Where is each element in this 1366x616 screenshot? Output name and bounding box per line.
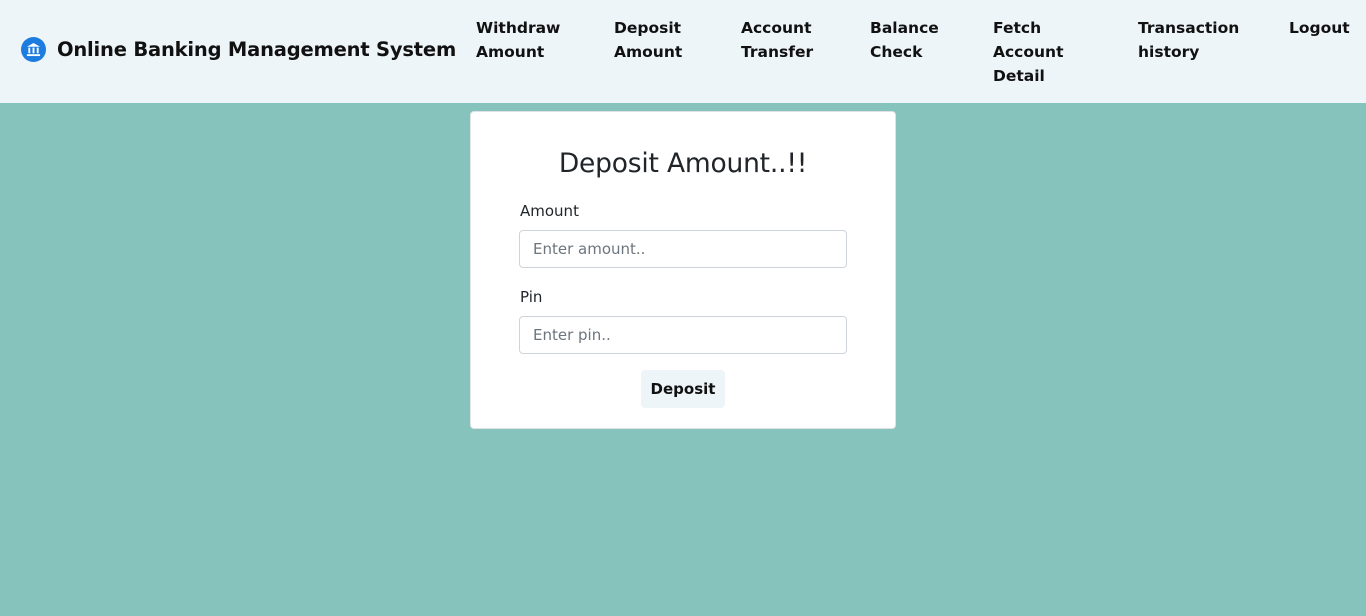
amount-label: Amount [520, 202, 579, 220]
nav-label-line: history [1138, 43, 1200, 61]
nav-account-transfer[interactable]: Account Transfer [741, 16, 813, 64]
nav-label-line: Check [870, 43, 923, 61]
brand-title: Online Banking Management System [57, 38, 457, 61]
nav-label-line: Withdraw [476, 19, 561, 37]
nav-label-line: Account [741, 19, 812, 37]
nav-balance-check[interactable]: Balance Check [870, 16, 939, 64]
amount-input[interactable] [519, 230, 847, 268]
pin-label: Pin [520, 288, 543, 306]
nav-withdraw-amount[interactable]: Withdraw Amount [476, 16, 560, 64]
nav-logout[interactable]: Logout [1289, 16, 1350, 40]
nav-label-line: Detail [993, 67, 1045, 85]
pin-input[interactable] [519, 316, 847, 354]
nav-label-line: Amount [614, 43, 683, 61]
nav-label-line: Fetch [993, 19, 1042, 37]
navbar: Online Banking Management System Withdra… [0, 0, 1366, 103]
nav-transaction-history[interactable]: Transaction history [1138, 16, 1239, 64]
nav-label-line: Deposit [614, 19, 682, 37]
deposit-button[interactable]: Deposit [641, 370, 725, 408]
nav-label-line: Balance [870, 19, 939, 37]
nav-deposit-amount[interactable]: Deposit Amount [614, 16, 682, 64]
bank-icon [21, 37, 46, 62]
nav-label-line: Logout [1289, 19, 1350, 37]
nav-fetch-account-detail[interactable]: Fetch Account Detail [993, 16, 1064, 88]
brand-link[interactable]: Online Banking Management System [21, 37, 456, 62]
deposit-card: Deposit Amount..!! Amount Pin Deposit [470, 111, 896, 429]
nav-label-line: Transaction [1138, 19, 1240, 37]
nav-label-line: Account [993, 43, 1064, 61]
page-title: Deposit Amount..!! [558, 148, 808, 179]
nav-label-line: Transfer [741, 43, 814, 61]
nav-label-line: Amount [476, 43, 545, 61]
